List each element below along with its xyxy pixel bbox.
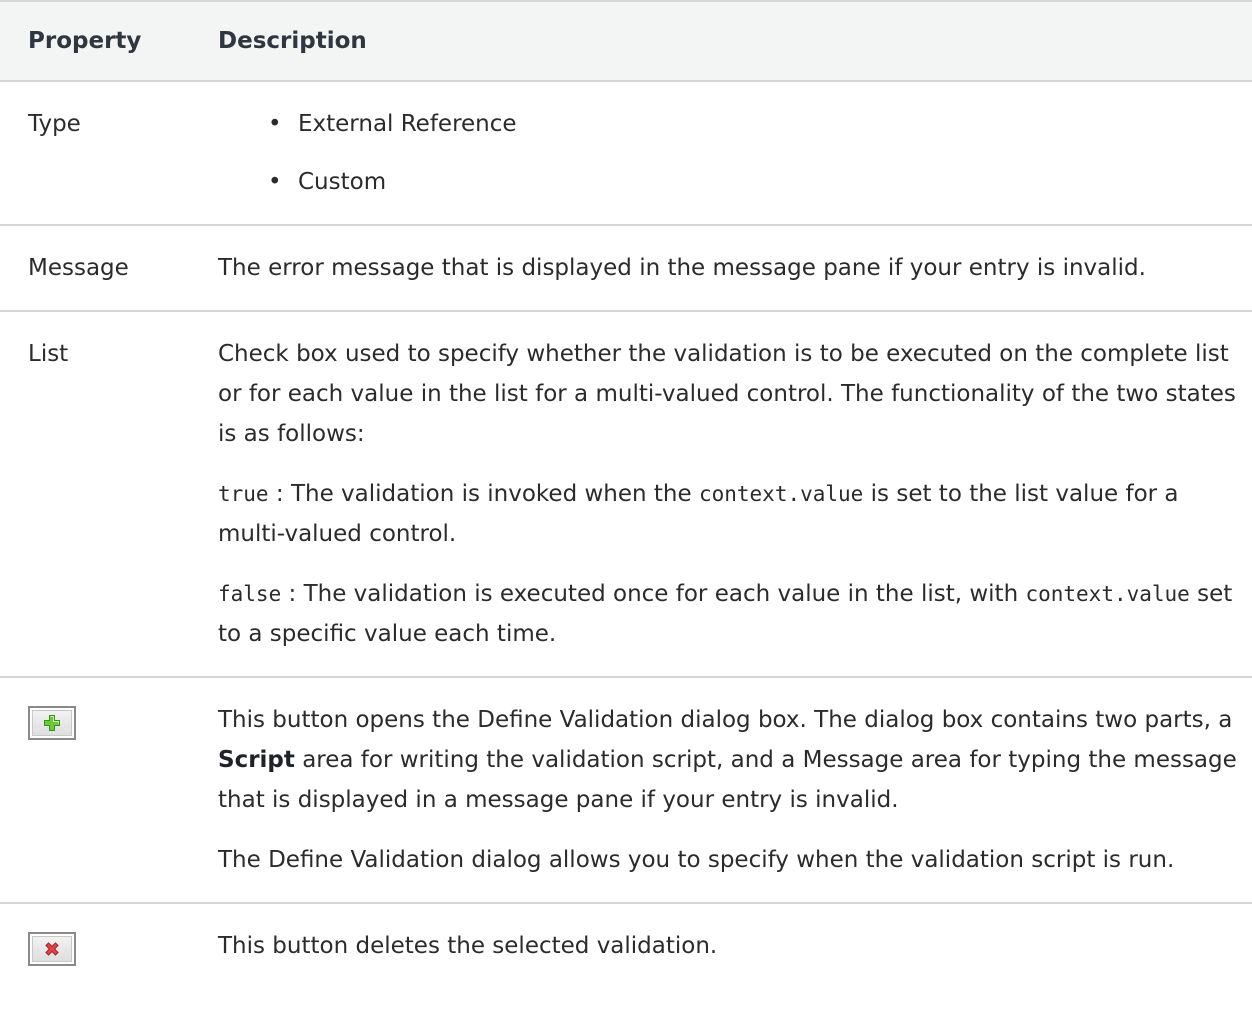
add-button-description: This button opens the Define Validation … [218, 677, 1252, 903]
code-context-value: context.value [698, 482, 864, 506]
property-description: This button deletes the selected validat… [218, 933, 718, 959]
header-description: Description [218, 28, 367, 54]
list-description: Check box used to specify whether the va… [218, 311, 1252, 677]
list-item: External Reference [268, 104, 1242, 144]
list-paragraph: Check box used to specify whether the va… [218, 341, 1236, 447]
true-text: : The validation is invoked when the [268, 481, 699, 507]
false-text: : The validation is executed once for ea… [281, 581, 1026, 607]
add-validation-button[interactable] [28, 706, 76, 740]
property-icon-cell [0, 903, 218, 972]
property-name: Type [28, 111, 81, 137]
table-row-delete-button: This button deletes the selected validat… [0, 903, 1252, 972]
property-table: Property Description Type External Refer… [0, 0, 1252, 972]
property-description: The error message that is displayed in t… [218, 255, 1146, 281]
property-name: List [28, 341, 69, 367]
header-property: Property [28, 28, 142, 54]
delete-validation-button[interactable] [28, 932, 76, 966]
list-item: Custom [268, 162, 1242, 202]
property-icon-cell [0, 677, 218, 903]
add-paragraph-2: The Define Validation dialog allows you … [218, 847, 1175, 873]
table-row-add-button: This button opens the Define Validation … [0, 677, 1252, 903]
add-text: This button opens the Define Validation … [218, 707, 1233, 733]
type-list: External Reference Custom [218, 104, 1242, 202]
table-row-list: List Check box used to specify whether t… [0, 311, 1252, 677]
code-false: false [218, 582, 282, 606]
table-row-message: Message The error message that is displa… [0, 225, 1252, 311]
table-header: Property Description [0, 1, 1252, 81]
add-paragraph-1: This button opens the Define Validation … [218, 700, 1242, 820]
true-paragraph: true : The validation is invoked when th… [218, 474, 1242, 554]
type-options: External Reference Custom [218, 81, 1252, 225]
code-context-value: context.value [1025, 582, 1190, 606]
false-paragraph: false : The validation is executed once … [218, 574, 1242, 654]
code-true: true [218, 482, 269, 506]
property-name: Message [28, 255, 129, 281]
add-plus-icon [44, 715, 60, 731]
add-text-end: area for writing the validation script, … [218, 747, 1237, 813]
delete-x-icon [45, 942, 59, 956]
script-keyword: Script [218, 747, 295, 773]
table-row-type: Type External Reference Custom [0, 81, 1252, 225]
